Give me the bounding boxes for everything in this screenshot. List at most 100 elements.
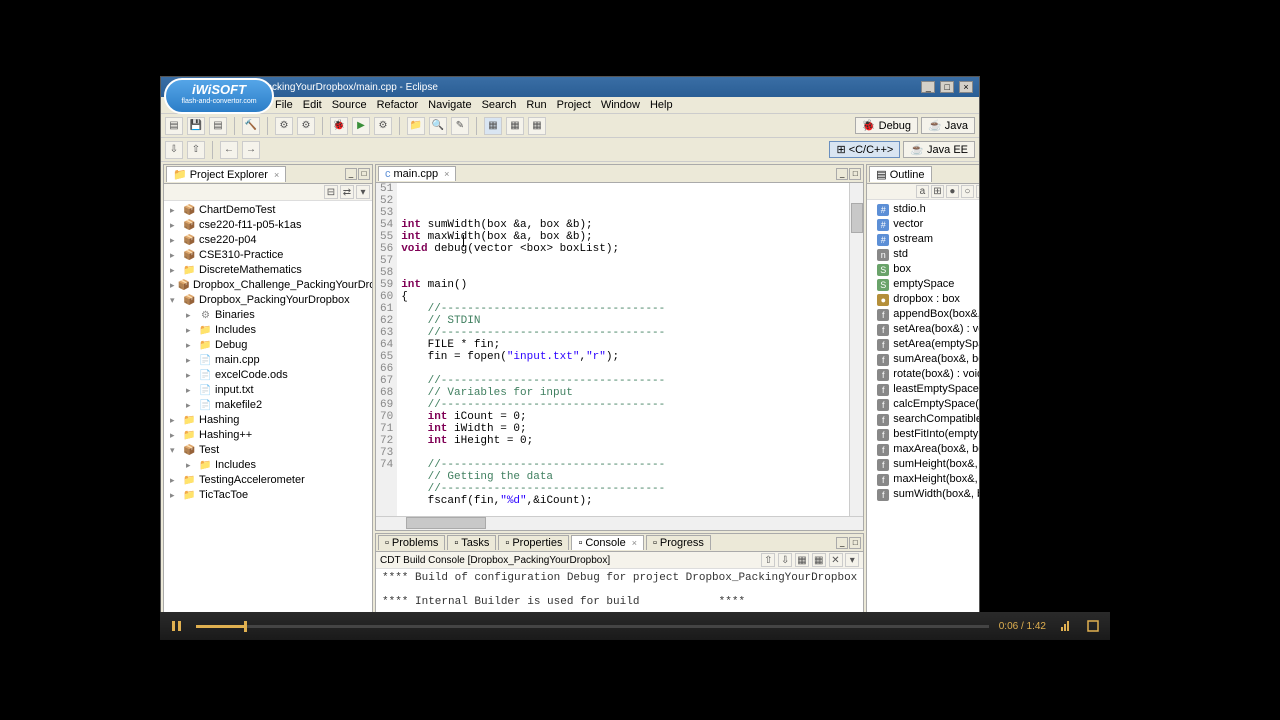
project-tree[interactable]: ▸📦ChartDemoTest▸📦cse220-f11-p05-k1as▸📦cs… xyxy=(164,201,372,632)
toggle-button[interactable]: ▦ xyxy=(484,117,502,135)
tool-btn[interactable]: ⚙ xyxy=(275,117,293,135)
outline-btn[interactable]: ⊞ xyxy=(931,185,944,198)
maximize-button[interactable]: □ xyxy=(940,81,954,93)
debug-button[interactable]: 🐞 xyxy=(330,117,348,135)
perspective-cpp[interactable]: ⊞ <C/C++> xyxy=(829,141,900,158)
tree-item[interactable]: ▸📦CSE310-Practice xyxy=(166,248,370,263)
editor-horizontal-scrollbar[interactable] xyxy=(376,516,863,530)
outline-btn[interactable]: a xyxy=(916,185,929,198)
outline-item[interactable]: fsearchCompatibleBo xyxy=(869,412,979,427)
tree-item[interactable]: ▸📁Hashing xyxy=(166,413,370,428)
maximize-view-button[interactable]: □ xyxy=(358,168,370,180)
tool-btn[interactable]: ✎ xyxy=(451,117,469,135)
tree-item[interactable]: ▸📦cse220-p04 xyxy=(166,233,370,248)
tree-item[interactable]: ▸📁TicTacToe xyxy=(166,488,370,503)
tool-btn[interactable]: ⚙ xyxy=(297,117,315,135)
editor-vertical-scrollbar[interactable] xyxy=(849,183,863,516)
menu-window[interactable]: Window xyxy=(601,99,640,111)
tree-item[interactable]: ▾📦Test xyxy=(166,443,370,458)
maximize-view-button[interactable]: □ xyxy=(849,168,861,180)
tree-item[interactable]: ▸📄input.txt xyxy=(166,383,370,398)
outline-item[interactable]: fsumWidth(box&, box xyxy=(869,487,979,502)
outline-item[interactable]: #stdio.h xyxy=(869,202,979,217)
tab-properties[interactable]: ▫Properties xyxy=(498,535,569,550)
maximize-view-button[interactable]: □ xyxy=(849,537,861,549)
menu-file[interactable]: File xyxy=(275,99,293,111)
view-menu-button[interactable]: ▾ xyxy=(356,185,370,199)
menu-source[interactable]: Source xyxy=(332,99,367,111)
outline-item[interactable]: fsetArea(box&) : void xyxy=(869,322,979,337)
outline-item[interactable]: nstd xyxy=(869,247,979,262)
tree-item[interactable]: ▸📁TestingAccelerometer xyxy=(166,473,370,488)
save-button[interactable]: 💾 xyxy=(187,117,205,135)
close-icon[interactable]: × xyxy=(274,170,279,180)
tree-item[interactable]: ▸📦ChartDemoTest xyxy=(166,203,370,218)
minimize-button[interactable]: _ xyxy=(921,81,935,93)
pause-button[interactable] xyxy=(168,617,186,635)
minimize-view-button[interactable]: _ xyxy=(836,168,848,180)
outline-btn[interactable]: ○ xyxy=(961,185,974,198)
tree-item[interactable]: ▸📁DiscreteMathematics xyxy=(166,263,370,278)
perspective-java[interactable]: ☕ Java xyxy=(921,117,975,134)
volume-button[interactable] xyxy=(1056,617,1074,635)
tree-item[interactable]: ▾📦Dropbox_PackingYourDropbox xyxy=(166,293,370,308)
outline-item[interactable]: fsumArea(box&, box& xyxy=(869,352,979,367)
tree-item[interactable]: ▸📄makefile2 xyxy=(166,398,370,413)
link-editor-button[interactable]: ⇄ xyxy=(340,185,354,199)
console-btn[interactable]: ✕ xyxy=(829,553,843,567)
perspective-debug[interactable]: 🐞 Debug xyxy=(855,117,918,134)
toggle-button[interactable]: ▦ xyxy=(506,117,524,135)
outline-item[interactable]: fcalcEmptySpace(box& xyxy=(869,397,979,412)
outline-item[interactable]: fbestFitInto(emptySpa xyxy=(869,427,979,442)
outline-btn[interactable]: ● xyxy=(946,185,959,198)
close-icon[interactable]: × xyxy=(444,169,449,179)
forward-button[interactable]: → xyxy=(242,141,260,159)
perspective-javaee[interactable]: ☕ Java EE xyxy=(903,141,975,158)
external-tools-button[interactable]: ⚙ xyxy=(374,117,392,135)
console-btn[interactable]: ⇩ xyxy=(778,553,792,567)
tree-item[interactable]: ▸📄excelCode.ods xyxy=(166,368,370,383)
project-explorer-tab[interactable]: 📁 Project Explorer × xyxy=(166,166,286,182)
outline-item[interactable]: ●dropbox : box xyxy=(869,292,979,307)
menu-edit[interactable]: Edit xyxy=(303,99,322,111)
window-buttons[interactable]: _ □ × xyxy=(919,81,973,93)
menu-refactor[interactable]: Refactor xyxy=(377,99,419,111)
save-all-button[interactable]: ▤ xyxy=(209,117,227,135)
tab-problems[interactable]: ▫Problems xyxy=(378,535,445,550)
open-type-button[interactable]: 📁 xyxy=(407,117,425,135)
code-editor[interactable]: 5152535455565758596061626364656667686970… xyxy=(376,183,863,516)
seek-bar[interactable] xyxy=(196,625,989,628)
outline-item[interactable]: fleastEmptySpaceApp xyxy=(869,382,979,397)
nav-btn[interactable]: ⇧ xyxy=(187,141,205,159)
outline-item[interactable]: SemptySpace xyxy=(869,277,979,292)
new-button[interactable]: ▤ xyxy=(165,117,183,135)
tab-console[interactable]: ▫Console× xyxy=(571,535,644,550)
collapse-all-button[interactable]: ⊟ xyxy=(324,185,338,199)
outline-btn[interactable]: ⊟ xyxy=(976,185,979,198)
outline-list[interactable]: #stdio.h#vector#ostreamnstdSboxSemptySpa… xyxy=(867,200,979,618)
console-btn[interactable]: ▦ xyxy=(812,553,826,567)
tree-item[interactable]: ▸📁Debug xyxy=(166,338,370,353)
outline-item[interactable]: #vector xyxy=(869,217,979,232)
tree-item[interactable]: ▸📁Includes xyxy=(166,458,370,473)
tree-item[interactable]: ▸📦Dropbox_Challenge_PackingYourDropt xyxy=(166,278,370,293)
outline-item[interactable]: fappendBox(box&, bo xyxy=(869,307,979,322)
menu-navigate[interactable]: Navigate xyxy=(428,99,471,111)
outline-item[interactable]: fsumHeight(box&, bo xyxy=(869,457,979,472)
console-btn[interactable]: ⇧ xyxy=(761,553,775,567)
tree-item[interactable]: ▸📦cse220-f11-p05-k1as xyxy=(166,218,370,233)
menu-search[interactable]: Search xyxy=(482,99,517,111)
minimize-view-button[interactable]: _ xyxy=(345,168,357,180)
build-button[interactable]: 🔨 xyxy=(242,117,260,135)
console-btn[interactable]: ▦ xyxy=(795,553,809,567)
outline-tab[interactable]: ▤ Outline xyxy=(869,166,931,182)
tree-item[interactable]: ▸📁Hashing++ xyxy=(166,428,370,443)
nav-btn[interactable]: ⇩ xyxy=(165,141,183,159)
outline-item[interactable]: fsetArea(emptySpace& xyxy=(869,337,979,352)
close-button[interactable]: × xyxy=(959,81,973,93)
menu-run[interactable]: Run xyxy=(526,99,546,111)
fullscreen-button[interactable] xyxy=(1084,617,1102,635)
minimize-view-button[interactable]: _ xyxy=(836,537,848,549)
outline-item[interactable]: fmaxArea(box&, box& xyxy=(869,442,979,457)
toggle-button[interactable]: ▦ xyxy=(528,117,546,135)
